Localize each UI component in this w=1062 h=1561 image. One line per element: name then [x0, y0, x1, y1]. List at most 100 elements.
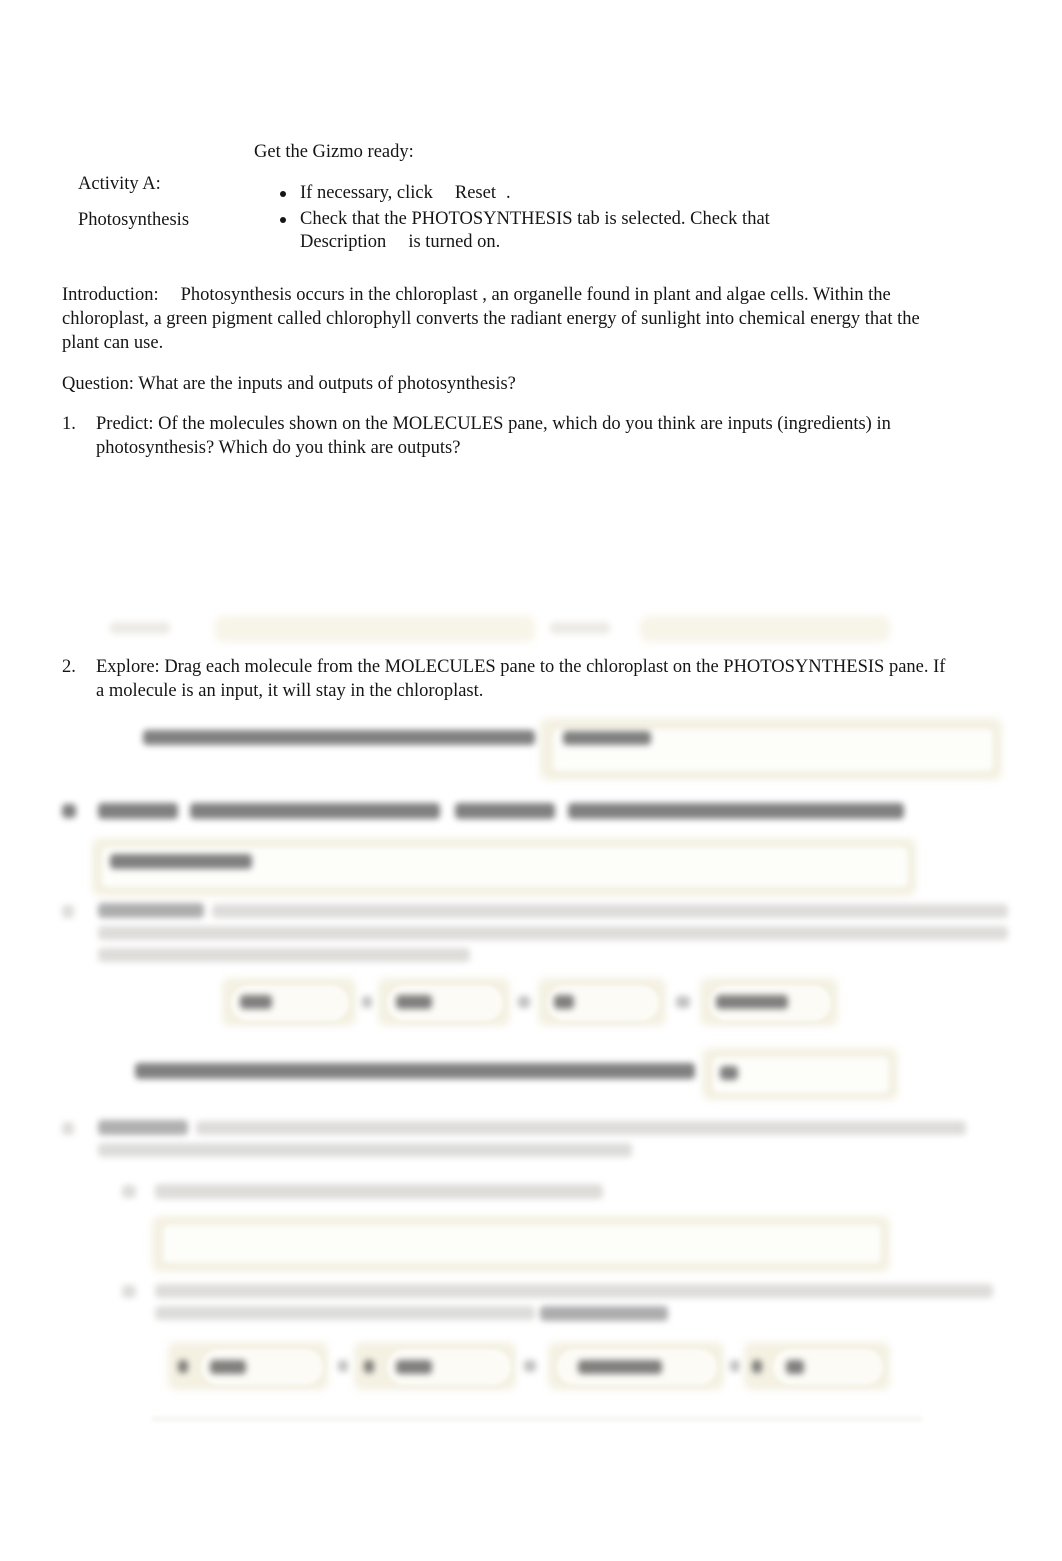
equation-input-2[interactable]	[386, 984, 504, 1022]
equation-input-5[interactable]	[200, 1348, 324, 1386]
redacted-text	[98, 926, 1008, 940]
introduction-text: Photosynthesis occurs in the chloroplast…	[62, 285, 920, 353]
equation-cell-shell	[548, 1342, 724, 1390]
redacted-list-number	[62, 905, 74, 918]
setup-bullet-2: Check that the PHOTOSYNTHESIS tab is sel…	[252, 208, 962, 254]
plus-operator	[518, 996, 530, 1008]
redacted-sublist-letter	[122, 1285, 136, 1298]
arrow-operator	[524, 1360, 536, 1372]
question-item-2: 2. Explore: Drag each molecule from the …	[62, 655, 952, 703]
bullet-dot-icon	[280, 217, 286, 223]
redacted-sublist-letter	[122, 1185, 136, 1198]
redacted-text	[568, 803, 904, 819]
redacted-text	[212, 904, 1008, 918]
redacted-equation-label	[240, 995, 272, 1009]
activity-instructions-column: Get the Gizmo ready: If necessary, click…	[252, 140, 962, 257]
redacted-list-number	[62, 804, 76, 818]
redacted-coefficient	[178, 1360, 188, 1373]
gizmo-ready-heading: Get the Gizmo ready:	[254, 142, 414, 162]
redacted-text	[143, 730, 535, 745]
redacted-text	[98, 948, 470, 962]
redacted-text	[110, 622, 170, 634]
redacted-lower-section	[0, 600, 1062, 1561]
redacted-equation-label	[554, 995, 574, 1009]
equation-cell-shell	[222, 978, 356, 1026]
redacted-text	[98, 1143, 632, 1157]
setup-bullet-2-line1: Check that the PHOTOSYNTHESIS tab is sel…	[300, 209, 770, 229]
redacted-equation-label	[786, 1360, 804, 1374]
setup-bullet-1: If necessary, click Reset.	[252, 182, 962, 205]
activity-title-line1: Activity A:	[78, 174, 161, 194]
redacted-equation-label	[716, 995, 788, 1009]
equation-cell-shell	[354, 1342, 516, 1390]
answer-field-3[interactable]	[712, 1056, 890, 1094]
redacted-equation-label	[578, 1360, 662, 1374]
equation-input-8[interactable]	[772, 1348, 884, 1386]
reset-button-label[interactable]: Reset	[455, 183, 496, 203]
redacted-text	[98, 1120, 188, 1135]
equation-input-6[interactable]	[386, 1348, 512, 1386]
equation-input-1[interactable]	[230, 984, 350, 1022]
answer-box-shell	[92, 838, 916, 896]
redacted-text	[550, 622, 610, 634]
answer-box-shell	[540, 718, 1002, 780]
redacted-equation-label	[210, 1360, 246, 1374]
redacted-text	[98, 803, 178, 819]
redacted-text	[98, 903, 204, 918]
redacted-list-number	[62, 1122, 74, 1135]
redacted-answer-text	[563, 731, 651, 745]
redacted-coefficient	[752, 1360, 762, 1373]
redacted-equation-label	[396, 1360, 432, 1374]
answer-box-shell	[702, 1048, 898, 1100]
equation-cell-shell	[378, 978, 510, 1026]
worksheet-page: Activity A: Photosynthesis Get the Gizmo…	[0, 0, 1062, 1561]
setup-bullet-1-suffix: .	[505, 183, 511, 203]
question-item-1: 1. Predict: Of the molecules shown on th…	[62, 412, 952, 460]
redacted-equation-label	[396, 995, 432, 1009]
plus-operator	[338, 1360, 348, 1372]
question-item-2-number: 2.	[62, 657, 76, 677]
focus-question: Question: What are the inputs and output…	[62, 374, 516, 394]
answer-box-shell	[152, 1216, 890, 1272]
setup-bullet-1-prefix: If necessary, click	[300, 183, 433, 203]
activity-title-line2: Photosynthesis	[78, 210, 190, 230]
introduction-label: Introduction:	[62, 285, 159, 305]
answer-field-1[interactable]	[552, 728, 994, 772]
equation-input-4[interactable]	[708, 984, 832, 1022]
redacted-text	[155, 1184, 603, 1199]
setup-bullet-list: If necessary, click Reset. Check that the…	[252, 182, 962, 254]
redacted-text	[155, 1306, 535, 1320]
bullet-dot-icon	[280, 191, 286, 197]
plus-operator	[362, 996, 372, 1008]
equation-cell-shell	[700, 978, 838, 1026]
plus-operator	[730, 1360, 740, 1372]
redacted-answer-text	[110, 854, 252, 869]
redacted-band	[215, 616, 535, 642]
redacted-answer-text	[720, 1066, 738, 1080]
redacted-text	[455, 803, 555, 819]
equation-cell-shell	[168, 1342, 328, 1390]
redacted-text	[190, 803, 440, 819]
answer-field-4[interactable]	[162, 1224, 882, 1264]
equation-input-3[interactable]	[546, 984, 660, 1022]
redacted-text	[155, 1284, 993, 1298]
description-toggle-label[interactable]: Description	[300, 232, 386, 252]
redacted-coefficient	[364, 1360, 374, 1373]
equation-cell-shell	[538, 978, 666, 1026]
activity-title-column: Activity A: Photosynthesis	[62, 140, 252, 238]
redacted-text	[135, 1063, 695, 1079]
redacted-band	[640, 616, 890, 642]
equation-input-7[interactable]	[556, 1348, 718, 1386]
question-item-1-text: Predict: Of the molecules shown on the M…	[96, 414, 891, 458]
question-item-2-text: Explore: Drag each molecule from the MOL…	[96, 657, 946, 701]
redacted-text	[540, 1306, 668, 1321]
arrow-operator	[676, 996, 690, 1008]
redacted-text	[196, 1121, 966, 1135]
setup-bullet-2-line2-tail: is turned on.	[408, 232, 501, 252]
introduction-paragraph: Introduction: Photosynthesis occurs in th…	[62, 283, 957, 355]
question-item-1-number: 1.	[62, 414, 76, 434]
footer-rule	[152, 1418, 922, 1420]
answer-field-2[interactable]	[101, 846, 909, 888]
equation-cell-shell	[744, 1342, 890, 1390]
activity-header: Activity A: Photosynthesis Get the Gizmo…	[62, 140, 962, 257]
